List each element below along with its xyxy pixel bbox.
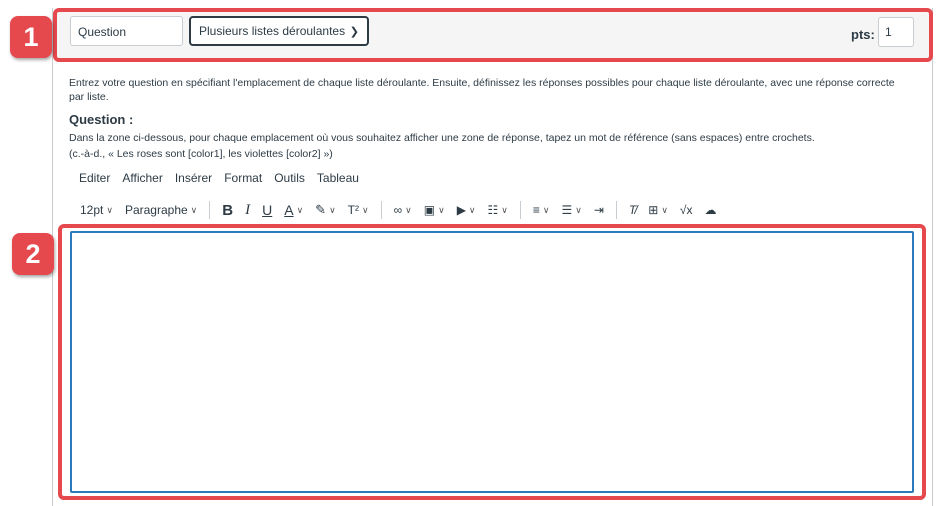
menu-tools[interactable]: Outils bbox=[274, 171, 305, 185]
help-text: Dans la zone ci-dessous, pour chaque emp… bbox=[69, 132, 815, 144]
chevron-down-icon: ∨ bbox=[501, 204, 508, 215]
toolbar-divider bbox=[519, 201, 521, 219]
clear-format-button[interactable]: T̸ bbox=[629, 203, 636, 217]
chevron-down-icon: ∨ bbox=[468, 204, 476, 215]
callout-box-2 bbox=[58, 224, 926, 500]
chevron-down-icon: ∨ bbox=[106, 204, 113, 215]
superscript-button[interactable]: T² ∨ bbox=[348, 203, 369, 217]
instructions-text: Entrez votre question en spécifiant l'em… bbox=[69, 77, 895, 103]
document-icon: ☷ bbox=[487, 203, 499, 217]
chevron-down-icon: ∨ bbox=[661, 204, 668, 215]
link-icon: ∞ bbox=[393, 203, 403, 217]
question-heading: Question : bbox=[69, 112, 134, 127]
font-size-dropdown[interactable]: 12pt ∨ bbox=[80, 203, 113, 217]
cloud-upload-button[interactable]: ☁ bbox=[705, 203, 717, 217]
chevron-down-icon: ∨ bbox=[575, 204, 582, 215]
document-button[interactable]: ☷ ∨ bbox=[488, 203, 508, 217]
media-icon: ▶ bbox=[456, 203, 466, 217]
image-icon: ▣ bbox=[423, 203, 436, 217]
bold-button[interactable]: B bbox=[222, 202, 233, 219]
highlight-color-button[interactable]: ✎ ∨ bbox=[315, 202, 336, 218]
toolbar-divider bbox=[209, 201, 211, 219]
menu-edit[interactable]: Editer bbox=[79, 171, 110, 185]
clear-format-icon: T̸ bbox=[628, 203, 637, 217]
toolbar-divider bbox=[615, 201, 617, 219]
menu-view[interactable]: Afficher bbox=[122, 171, 162, 185]
italic-button[interactable]: I bbox=[245, 202, 250, 219]
toolbar-divider bbox=[380, 201, 382, 219]
menu-insert[interactable]: Insérer bbox=[175, 171, 212, 185]
chevron-down-icon: ∨ bbox=[296, 204, 304, 215]
chevron-down-icon: ∨ bbox=[190, 204, 198, 215]
menu-table[interactable]: Tableau bbox=[317, 171, 359, 185]
text-color-icon: A bbox=[284, 202, 294, 218]
table-button[interactable]: ⊞ ∨ bbox=[648, 203, 668, 217]
editor-toolbar: 12pt ∨ Paragraphe ∨ B I U A ∨ ✎ ∨ T² ∨ ∞ ∨ ▣ ∨ … bbox=[80, 199, 729, 221]
font-size-value: 12pt bbox=[80, 203, 104, 217]
highlighter-icon: ✎ bbox=[315, 202, 327, 217]
align-button[interactable]: ≡ ∨ bbox=[533, 203, 550, 217]
indent-icon: ⇥ bbox=[593, 203, 604, 217]
cloud-upload-icon: ☁ bbox=[704, 203, 717, 217]
menu-format[interactable]: Format bbox=[224, 171, 262, 185]
chevron-down-icon: ∨ bbox=[542, 204, 550, 215]
list-button[interactable]: ☰ ∨ bbox=[561, 203, 581, 217]
chevron-down-icon: ∨ bbox=[405, 204, 412, 215]
block-format-value: Paragraphe bbox=[124, 203, 188, 217]
underline-button[interactable]: U bbox=[262, 202, 272, 218]
image-button[interactable]: ▣ ∨ bbox=[424, 203, 445, 217]
bullet-list-icon: ☰ bbox=[561, 203, 573, 217]
block-format-dropdown[interactable]: Paragraphe ∨ bbox=[125, 203, 197, 217]
chevron-down-icon: ∨ bbox=[438, 204, 445, 215]
math-button[interactable]: √x bbox=[680, 203, 693, 217]
callout-badge-1: 1 bbox=[10, 16, 52, 58]
indent-button[interactable]: ⇥ bbox=[594, 203, 604, 217]
callout-box-1 bbox=[53, 8, 933, 62]
chevron-down-icon: ∨ bbox=[362, 204, 369, 215]
table-icon: ⊞ bbox=[648, 203, 659, 217]
media-button[interactable]: ▶ ∨ bbox=[457, 203, 476, 217]
callout-badge-2: 2 bbox=[12, 233, 54, 275]
superscript-icon: T² bbox=[347, 203, 359, 217]
align-icon: ≡ bbox=[532, 203, 540, 217]
help-example: (c.-à-d., « Les roses sont [color1], les… bbox=[69, 148, 333, 160]
text-color-button[interactable]: A ∨ bbox=[284, 202, 303, 218]
editor-menubar: Editer Afficher Insérer Format Outils Ta… bbox=[79, 171, 359, 185]
link-button[interactable]: ∞ ∨ bbox=[394, 203, 412, 217]
chevron-down-icon: ∨ bbox=[329, 204, 336, 215]
